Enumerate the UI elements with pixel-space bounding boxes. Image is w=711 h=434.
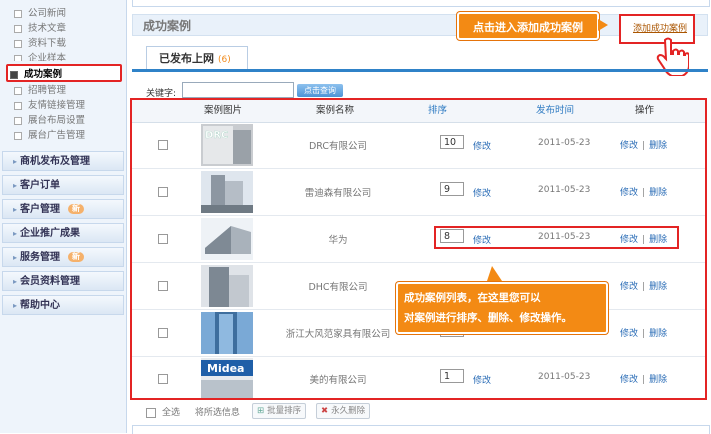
sidebar-cat-help[interactable]: ▸ 帮助中心 [2,295,124,315]
tab-count: (6) [218,55,231,65]
table-highlight [130,98,707,400]
sidebar-item-downloads[interactable]: 资料下载 [14,36,66,51]
sidebar-item-tech-articles[interactable]: 技术文章 [14,21,66,36]
delete-forever-button[interactable]: ✖ 永久删除 [316,403,371,419]
bullet-icon: ▸ [13,157,18,166]
bullet-icon: ▸ [13,205,18,214]
table-footer: 全选 将所选信息 [146,405,240,419]
delete-icon: ✖ [321,406,329,416]
sidebar-cat-orders[interactable]: ▸ 客户订单 [2,175,124,195]
keyword-input[interactable] [182,82,294,98]
sidebar-cat-member[interactable]: ▸ 会员资料管理 [2,271,124,291]
tab-published[interactable]: 已发布上网 (6) [146,46,248,70]
apply-label: 将所选信息 [194,408,240,418]
sidebar-cat-customers[interactable]: ▸ 客户管理新 [2,199,124,219]
sidebar-item-success-cases[interactable]: 成功案例 [6,64,122,82]
page-title: 成功案例 [143,19,192,33]
new-badge: 新 [68,204,85,214]
sidebar-item-links[interactable]: 友情链接管理 [14,98,85,113]
bullet-icon: ▸ [13,253,18,262]
sidebar-item-company-news[interactable]: 公司新闻 [14,6,66,21]
checkbox-icon [14,86,22,95]
search-button[interactable]: 点击查询 [297,84,343,97]
sidebar-item-ads[interactable]: 展台广告管理 [14,128,85,143]
top-frame [132,0,710,7]
checkbox-icon [14,131,22,140]
bullet-icon: ▸ [13,229,18,238]
bullet-icon: ▸ [13,301,18,310]
sort-icon: ⊞ [257,406,265,416]
checkbox-icon [14,54,22,61]
batch-sort-button[interactable]: ⊞ 批量排序 [252,403,307,419]
checkbox-icon [14,24,22,33]
sidebar-cat-promotion[interactable]: ▸ 企业推广成果 [2,223,124,243]
sidebar-item-samples[interactable]: 企业样本 [14,51,66,61]
new-badge: 新 [68,252,85,262]
row-highlight [434,226,679,249]
checkbox-icon [14,101,22,110]
tab-underline [132,69,708,72]
callout-table-help: 成功案例列表，在这里您可以 对案例进行排序、删除、修改操作。 [396,282,608,334]
callout-arrow [598,19,608,31]
select-all-checkbox[interactable] [146,407,156,418]
callout-add-case: 点击进入添加成功案例 [457,12,599,40]
sidebar-item-recruitment[interactable]: 招聘管理 [14,83,66,98]
checkbox-icon [14,39,22,48]
sidebar-cat-business[interactable]: ▸ 商机发布及管理 [2,151,124,171]
sidebar-item-layout[interactable]: 展台布局设置 [14,113,85,128]
sidebar-cat-services[interactable]: ▸ 服务管理新 [2,247,124,267]
bullet-icon: ▸ [13,181,18,190]
checkbox-icon [10,70,18,79]
add-case-link[interactable]: 添加成功案例 [633,21,687,34]
bullet-icon: ▸ [13,277,18,286]
sidebar: 公司新闻 技术文章 资料下载 企业样本 成功案例 招聘管理 友情链接管理 展台布… [0,0,127,433]
select-all-label: 全选 [162,408,181,418]
checkbox-icon [14,116,22,125]
checkbox-icon [14,9,22,18]
